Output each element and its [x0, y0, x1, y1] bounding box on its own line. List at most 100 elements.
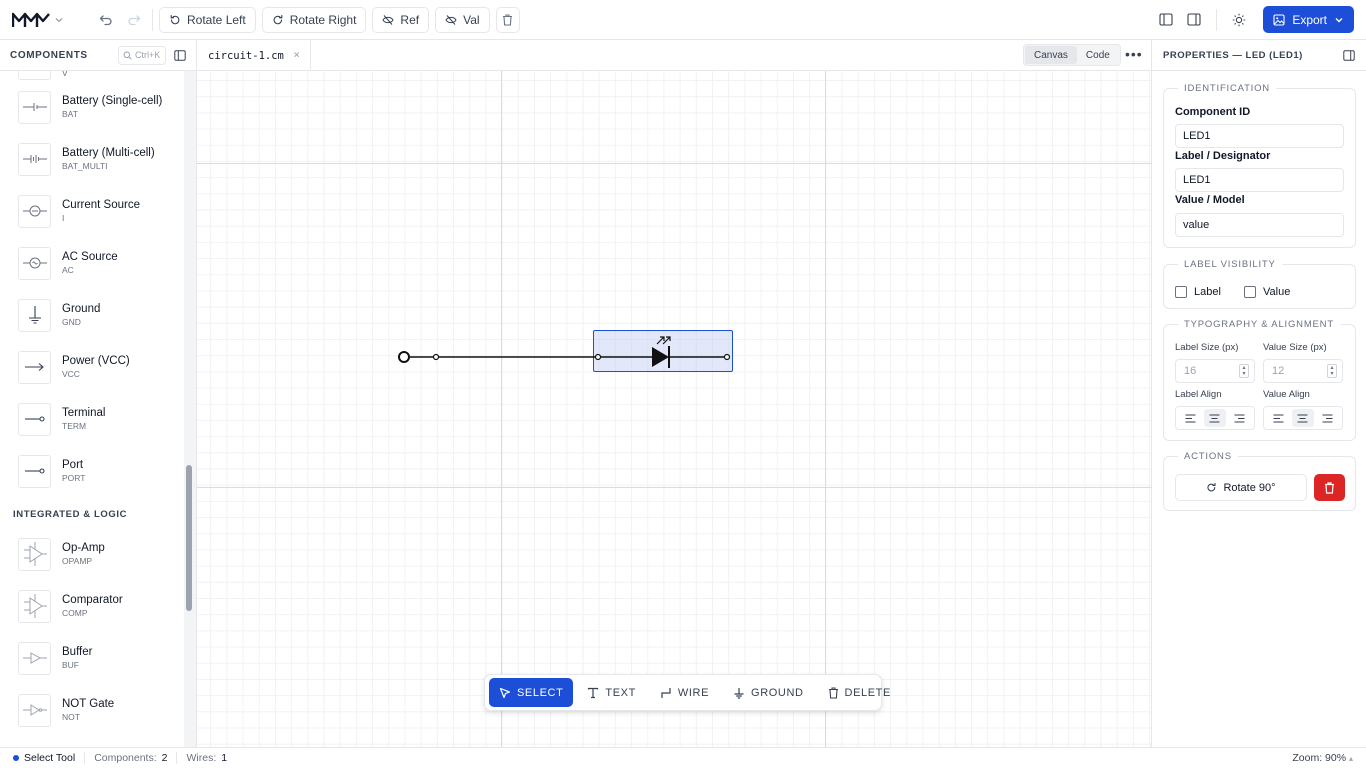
toggle-right-panel-icon[interactable] — [1182, 8, 1206, 32]
properties-header: PROPERTIES — LED (LED1) — [1152, 40, 1366, 71]
text-tool-label: TEXT — [605, 686, 636, 699]
delete-tool-button[interactable]: DELETE — [818, 678, 901, 707]
component-list: V Battery (Single-cell) BAT Battery (Mult… — [0, 71, 184, 736]
stepper-icon[interactable]: ▴ ▾ — [1327, 364, 1337, 378]
component-name: Battery (Single-cell) — [62, 95, 163, 107]
component-item-port[interactable]: Port PORT — [0, 445, 184, 497]
component-item-ground[interactable]: Ground GND — [0, 289, 184, 341]
terminal-component[interactable] — [398, 351, 440, 363]
value-model-label: Value / Model — [1175, 194, 1245, 206]
status-bar: Select Tool Components: 2 Wires: 1 Zoom:… — [0, 747, 1366, 768]
value-size-label: Value Size (px) — [1263, 342, 1327, 353]
component-id-input[interactable]: LED1 — [1175, 124, 1344, 148]
wire-tool-label: WIRE — [677, 686, 710, 699]
comparator-symbol-icon — [18, 589, 51, 623]
show-value-checkbox[interactable]: Value — [1244, 286, 1290, 298]
checkbox-box[interactable] — [1244, 286, 1256, 298]
sidebar-header: COMPONENTS Ctrl+K — [0, 40, 196, 71]
rotate-90-button[interactable]: Rotate 90° — [1175, 474, 1307, 501]
align-left-icon[interactable] — [1179, 409, 1201, 427]
battery-multi-symbol-icon — [18, 142, 51, 176]
component-item-terminal[interactable]: Terminal TERM — [0, 393, 184, 445]
text-tool-button[interactable]: TEXT — [577, 678, 646, 707]
wire-tool-button[interactable]: WIRE — [650, 678, 719, 707]
component-name: Op-Amp — [62, 542, 105, 554]
trash-icon — [503, 13, 513, 26]
component-item-ac-source[interactable]: AC Source AC — [0, 237, 184, 289]
rotate-right-button[interactable]: Rotate Right — [261, 6, 367, 33]
align-right-icon[interactable] — [1317, 409, 1339, 427]
theme-sun-icon[interactable] — [1227, 8, 1251, 32]
designator-input[interactable]: LED1 — [1175, 168, 1344, 192]
top-toolbar: Rotate Left Rotate Right Ref Val Export — [0, 0, 1366, 40]
export-label: Export — [1292, 12, 1327, 27]
component-item-buffer[interactable]: Buffer BUF — [0, 632, 184, 684]
component-name: AC Source — [62, 251, 118, 263]
sidebar-scrollbar-thumb[interactable] — [186, 465, 192, 611]
collapse-sidebar-icon[interactable] — [174, 49, 186, 61]
view-code-button[interactable]: Code — [1077, 46, 1119, 64]
rotate-cw-icon — [1207, 482, 1216, 492]
view-canvas-button[interactable]: Canvas — [1025, 46, 1077, 64]
component-item-not-gate[interactable]: NOT Gate NOT — [0, 684, 184, 736]
delete-selection-button[interactable] — [495, 6, 520, 33]
trash-icon — [1325, 481, 1334, 494]
align-right-icon[interactable] — [1229, 409, 1251, 427]
toggle-left-panel-icon[interactable] — [1154, 8, 1178, 32]
rotate-cw-icon — [273, 14, 283, 24]
chevron-down-icon — [55, 17, 63, 22]
delete-tool-label: DELETE — [844, 686, 891, 699]
terminal-symbol-icon — [18, 402, 51, 436]
more-options-icon[interactable]: ••• — [1125, 46, 1143, 62]
ground-tool-button[interactable]: GROUND — [723, 678, 814, 707]
tab-circuit-file[interactable]: circuit-1.cm × — [197, 40, 311, 71]
collapse-panel-icon[interactable] — [1343, 49, 1355, 61]
schematic-canvas[interactable] — [197, 71, 1151, 747]
stepper-icon[interactable]: ▴ ▾ — [1239, 364, 1249, 378]
align-center-icon[interactable] — [1203, 409, 1226, 427]
wire-icon — [661, 687, 671, 698]
chevron-down-icon — [1335, 17, 1343, 22]
toggle-val-button[interactable]: Val — [435, 6, 490, 33]
component-code: BAT — [62, 109, 78, 119]
zoom-level[interactable]: Zoom: 90% ▴ — [1292, 752, 1353, 764]
component-item-opamp[interactable]: Op-Amp OPAMP — [0, 528, 184, 580]
undo-icon[interactable] — [94, 8, 118, 32]
component-item-comparator[interactable]: Comparator COMP — [0, 580, 184, 632]
rotate-left-label: Rotate Left — [187, 12, 246, 27]
toolbar-divider — [1216, 8, 1218, 31]
component-search-input[interactable]: Ctrl+K — [118, 45, 166, 65]
tab-label: circuit-1.cm — [208, 49, 284, 62]
component-name: Power (VCC) — [62, 355, 130, 367]
close-icon[interactable]: × — [293, 48, 300, 61]
align-left-icon[interactable] — [1267, 409, 1289, 427]
rotate-right-label: Rotate Right — [289, 12, 357, 27]
toggle-ref-label: Ref — [400, 12, 420, 27]
redo-icon[interactable] — [122, 8, 146, 32]
ground-symbol-icon — [18, 298, 51, 332]
list-item-partial[interactable]: V — [0, 71, 184, 81]
checkbox-box[interactable] — [1175, 286, 1187, 298]
select-tool-button[interactable]: SELECT — [489, 678, 574, 707]
identification-section: IDENTIFICATION Component ID LED1 Label /… — [1163, 83, 1356, 248]
component-code: PORT — [62, 473, 86, 483]
value-size-input[interactable]: 12 ▴ ▾ — [1263, 359, 1343, 383]
component-item-battery-multi[interactable]: Battery (Multi-cell) BAT_MULTI — [0, 133, 184, 185]
rotate-left-button[interactable]: Rotate Left — [159, 6, 256, 33]
component-item-battery-single[interactable]: Battery (Single-cell) BAT — [0, 81, 184, 133]
label-size-input[interactable]: 16 ▴ ▾ — [1175, 359, 1255, 383]
align-center-icon[interactable] — [1291, 409, 1314, 427]
sidebar-scroll-track[interactable] — [184, 71, 196, 747]
eye-off-icon — [445, 14, 457, 25]
delete-component-button[interactable] — [1314, 474, 1345, 501]
component-item-power-vcc[interactable]: Power (VCC) VCC — [0, 341, 184, 393]
led-symbol[interactable] — [594, 336, 731, 368]
search-icon — [123, 51, 132, 60]
app-logo[interactable] — [12, 12, 80, 28]
show-label-checkbox[interactable]: Label — [1175, 286, 1221, 298]
component-name: Battery (Multi-cell) — [62, 147, 155, 159]
toggle-ref-button[interactable]: Ref — [372, 6, 430, 33]
value-model-input[interactable]: value — [1175, 213, 1344, 237]
export-button[interactable]: Export — [1263, 6, 1354, 33]
component-item-current-source[interactable]: Current Source I — [0, 185, 184, 237]
